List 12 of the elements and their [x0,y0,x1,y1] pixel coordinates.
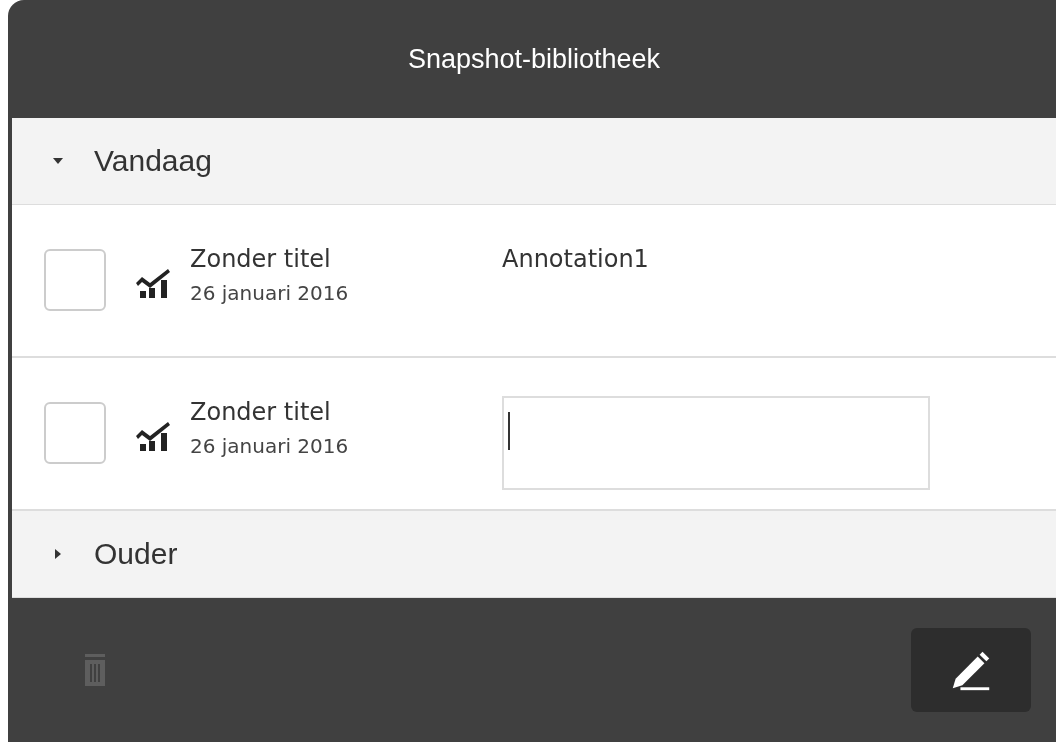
checkbox[interactable] [44,402,106,464]
snapshot-title: Zonder titel [190,245,332,273]
annotation-text: Annotation1 [502,245,649,273]
snapshot-title: Zonder titel [190,398,332,426]
edit-button[interactable] [911,628,1031,712]
snapshot-date: 26 januari 2016 [190,434,350,458]
group-header[interactable]: Vandaag [12,118,1056,205]
annotation-field[interactable] [502,396,930,490]
checkbox[interactable] [44,249,106,311]
window-title: Snapshot-bibliotheek [407,43,661,75]
group-header[interactable]: Ouder [12,511,1056,598]
snapshot-date: 26 januari 2016 [190,281,350,305]
